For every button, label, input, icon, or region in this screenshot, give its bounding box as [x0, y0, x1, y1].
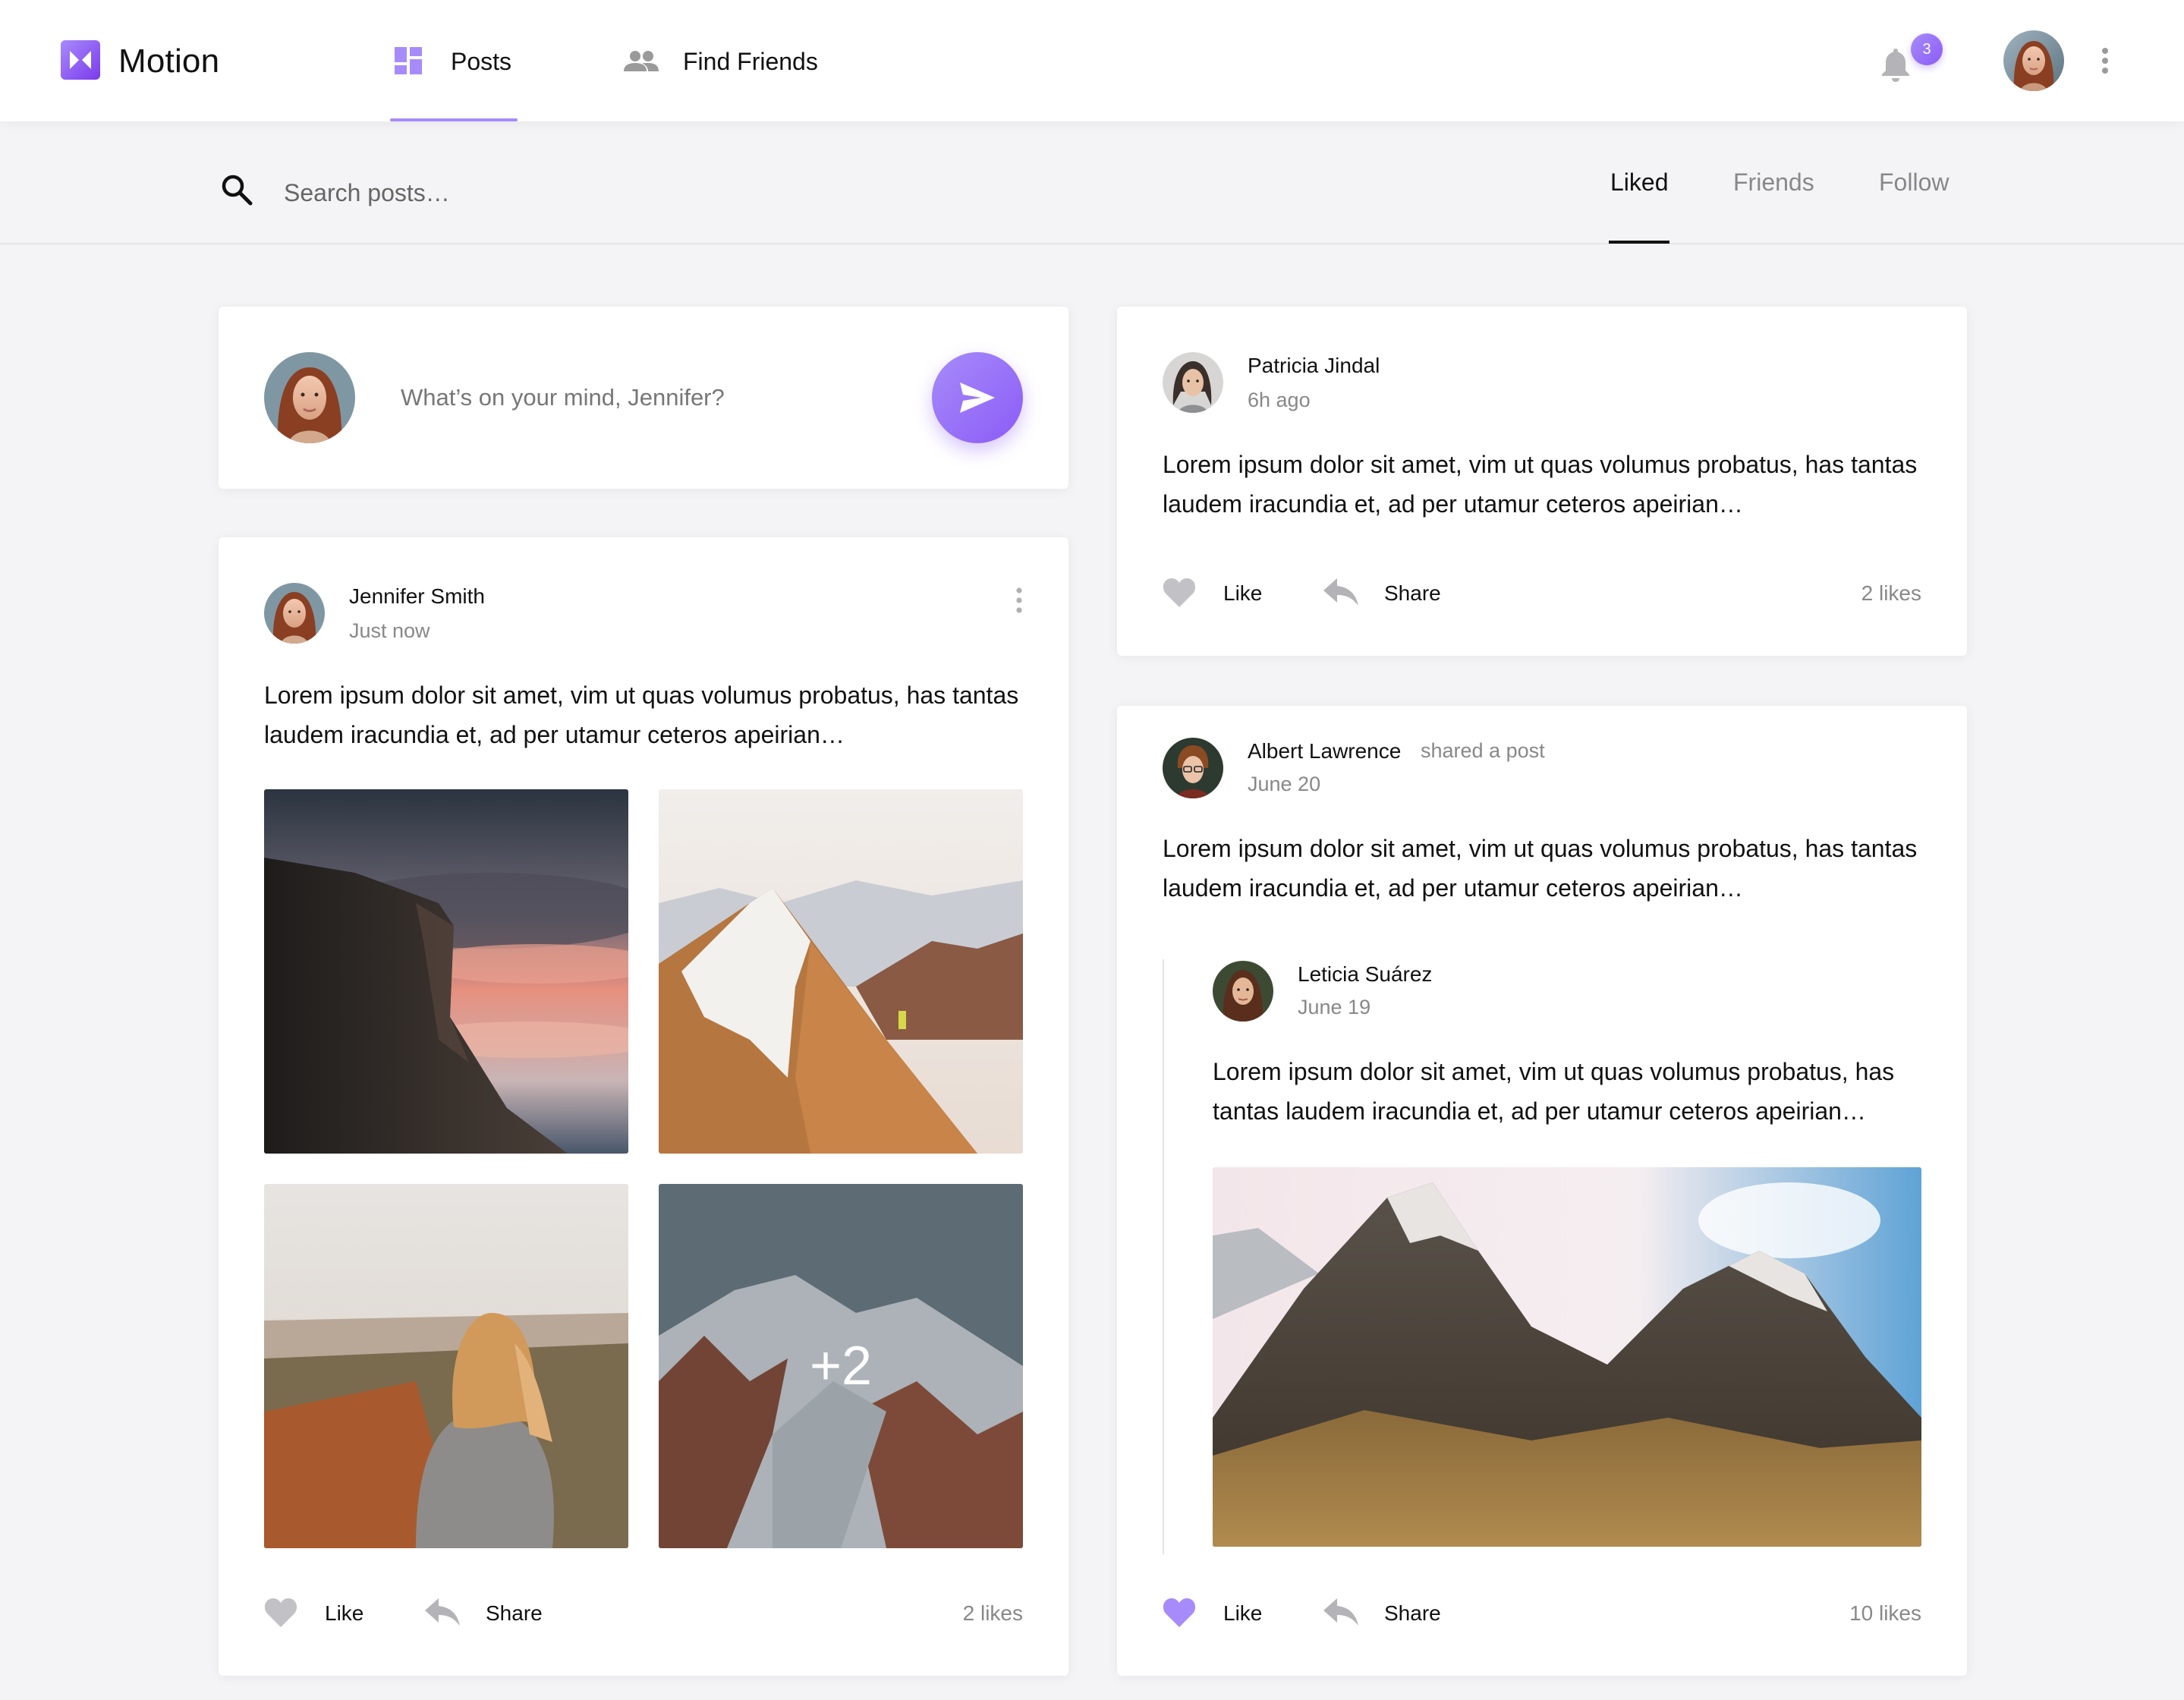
post-action: shared a post — [1421, 739, 1545, 762]
post-time: Just now — [349, 619, 430, 642]
author-avatar[interactable] — [264, 583, 325, 644]
send-icon — [960, 382, 995, 413]
post-time: June 20 — [1248, 773, 1321, 795]
filter-tab-follow[interactable]: Follow — [1879, 168, 1949, 197]
post-text-line: laudem iracundia et, ad per utamur ceter… — [1163, 874, 1743, 902]
share-button[interactable]: Share — [1384, 1601, 1441, 1626]
notification-count-badge[interactable]: 3 — [1911, 33, 1943, 65]
top-navigation-bar: Motion Posts Find Friends 3 — [0, 0, 2184, 121]
author-name[interactable]: Albert Lawrence — [1248, 739, 1401, 763]
shared-post-text: Lorem ipsum dolor sit amet, vim ut quas … — [1213, 1052, 1941, 1131]
post-image-cliff[interactable] — [264, 789, 628, 1154]
nav-tab-posts-label: Posts — [451, 48, 512, 75]
post-image-woman[interactable] — [264, 1184, 628, 1548]
shared-post-text-line: Lorem ipsum dolor sit amet, vim ut quas … — [1213, 1058, 1895, 1085]
nav-active-indicator — [390, 118, 518, 121]
notification-bell-icon[interactable] — [1879, 47, 1912, 82]
like-heart-icon-active[interactable] — [1163, 1597, 1196, 1627]
people-icon — [624, 51, 659, 71]
search-icon[interactable] — [220, 173, 253, 206]
post-composer — [219, 307, 1068, 489]
motion-logo-icon[interactable] — [61, 40, 100, 80]
more-images-count[interactable]: +2 — [659, 1184, 1023, 1548]
app-name[interactable]: Motion — [118, 42, 219, 80]
shared-post-time: June 19 — [1298, 996, 1371, 1018]
author-name[interactable]: Patricia Jindal — [1248, 354, 1380, 378]
likes-count: 2 likes — [1861, 581, 1921, 605]
share-button[interactable]: Share — [486, 1601, 543, 1626]
author-avatar[interactable] — [1163, 352, 1223, 413]
more-options-icon[interactable] — [2101, 47, 2110, 74]
author-name[interactable]: Jennifer Smith — [349, 584, 485, 609]
search-input[interactable] — [284, 176, 739, 209]
filter-tab-friends[interactable]: Friends — [1733, 168, 1814, 197]
post-text-line: laudem iracundia et, ad per utamur ceter… — [1163, 490, 1743, 518]
shared-author-avatar[interactable] — [1213, 961, 1273, 1022]
likes-count: 2 likes — [962, 1601, 1023, 1625]
filter-active-indicator — [1609, 241, 1669, 244]
post-image-ridge[interactable] — [659, 789, 1023, 1154]
nav-tab-posts[interactable]: Posts — [390, 0, 518, 121]
post-text: Lorem ipsum dolor sit amet, vim ut quas … — [264, 675, 1031, 754]
post-card-jennifer: Jennifer Smith Just now Lorem ipsum dolo… — [219, 537, 1068, 1676]
post-image-snowy-peaks[interactable]: +2 — [659, 1184, 1023, 1548]
author-avatar[interactable] — [1163, 738, 1223, 798]
user-avatar[interactable] — [2003, 30, 2064, 91]
post-text-line: Lorem ipsum dolor sit amet, vim ut quas … — [264, 682, 1019, 709]
send-post-button[interactable] — [932, 352, 1023, 443]
nav-tab-find-friends-label: Find Friends — [683, 48, 818, 75]
search-filter-bar: Liked Friends Follow — [0, 121, 2184, 244]
share-arrow-icon[interactable] — [1323, 578, 1358, 606]
shared-post-divider — [1163, 959, 1164, 1554]
share-arrow-icon[interactable] — [425, 1598, 460, 1626]
composer-input[interactable] — [401, 379, 932, 416]
post-text-line: laudem iracundia et, ad per utamur ceter… — [264, 721, 845, 748]
share-arrow-icon[interactable] — [1323, 1598, 1358, 1626]
post-card-patricia: Patricia Jindal 6h ago Lorem ipsum dolor… — [1117, 307, 1967, 656]
nav-tab-find-friends[interactable]: Find Friends — [621, 0, 833, 121]
post-text-line: Lorem ipsum dolor sit amet, vim ut quas … — [1163, 835, 1918, 862]
like-button[interactable]: Like — [1223, 581, 1262, 606]
share-button[interactable]: Share — [1384, 581, 1441, 606]
like-heart-icon[interactable] — [264, 1597, 297, 1627]
shared-post-image-mountains[interactable] — [1213, 1167, 1921, 1547]
like-heart-icon[interactable] — [1163, 577, 1196, 607]
post-text: Lorem ipsum dolor sit amet, vim ut quas … — [1163, 445, 1929, 524]
composer-avatar — [264, 352, 355, 443]
post-more-options-icon[interactable] — [1015, 587, 1023, 613]
filter-tab-liked[interactable]: Liked — [1610, 168, 1669, 197]
like-button[interactable]: Like — [1223, 1601, 1262, 1626]
likes-count: 10 likes — [1849, 1601, 1921, 1625]
like-button[interactable]: Like — [325, 1601, 363, 1626]
dashboard-icon — [395, 47, 422, 74]
post-card-albert: Albert Lawrence shared a post June 20 Lo… — [1117, 706, 1967, 1676]
shared-post-text-line: tantas laudem iracundia et, ad per utamu… — [1213, 1097, 1866, 1125]
post-text-line: Lorem ipsum dolor sit amet, vim ut quas … — [1163, 451, 1918, 478]
shared-author-name[interactable]: Leticia Suárez — [1298, 962, 1432, 987]
post-time: 6h ago — [1248, 389, 1311, 411]
post-text: Lorem ipsum dolor sit amet, vim ut quas … — [1163, 829, 1929, 908]
